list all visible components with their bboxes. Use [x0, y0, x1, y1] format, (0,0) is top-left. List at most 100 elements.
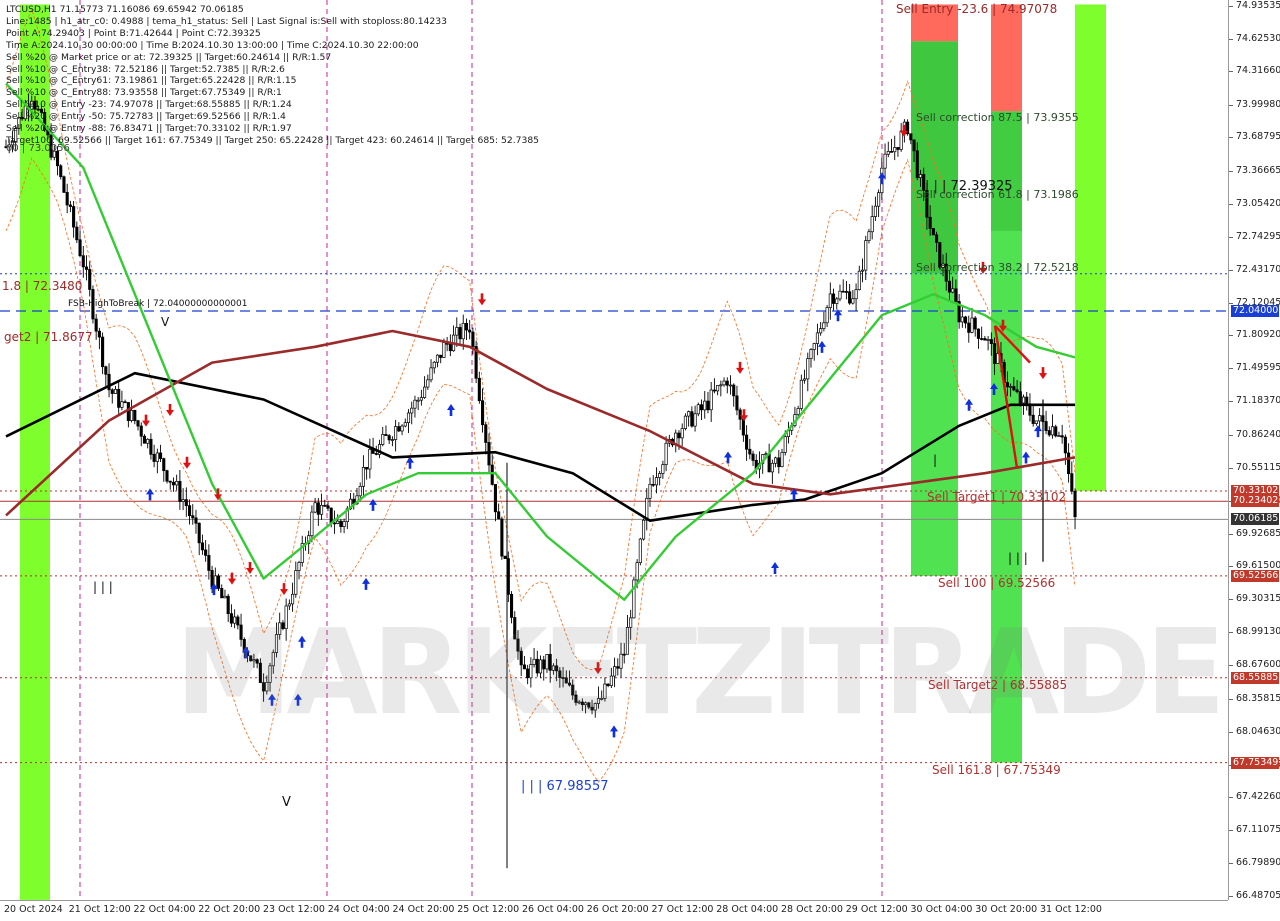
- time-tick-label: 28 Oct 20:00: [781, 904, 843, 915]
- candle-body-117: [381, 434, 385, 445]
- price-tick-label: 67.42260: [1236, 791, 1280, 803]
- candle-body-240: [777, 457, 781, 468]
- candle-body-216: [699, 404, 704, 411]
- info-line-4: Sell %10 @ C_Entry38: 72.52186 || Target…: [6, 63, 285, 75]
- price-tick-label: 68.04630: [1236, 725, 1280, 737]
- sell-arrow-7: [478, 293, 486, 306]
- price-axis[interactable]: 74.93535 74.62530 74.31660 73.99980 73.68795…: [1228, 0, 1280, 901]
- price-tick-mark: [1229, 731, 1233, 733]
- candle-body-40: [133, 410, 137, 422]
- candle-body-238: [770, 462, 774, 473]
- sell-correction-red-box: [991, 4, 1022, 112]
- candle-body-147: [477, 377, 481, 402]
- candle-body-299: [967, 322, 971, 333]
- candle-body-213: [690, 411, 694, 427]
- price-tick-label: 67.11075: [1236, 824, 1280, 836]
- price-tick-mark: [1229, 467, 1233, 469]
- right-lime-band: [1075, 4, 1106, 492]
- candle-body-217: [703, 400, 707, 411]
- price-tick-mark: [1229, 236, 1233, 238]
- candle-body-20: [68, 204, 72, 207]
- buy-arrow-0: [146, 488, 154, 501]
- candle-body-58: [191, 515, 195, 519]
- price-tick-label: 66.79890: [1236, 857, 1280, 869]
- plot-area[interactable]: MARKETZITRADE LTCUSD,H1 71.15773 71.1608…: [0, 0, 1228, 900]
- buy-arrow-6: [362, 577, 370, 590]
- price-tick-label: 73.68795: [1236, 131, 1280, 143]
- candle-body-260: [841, 290, 845, 293]
- candle-body-297: [960, 316, 964, 323]
- candle-body-231: [748, 448, 752, 455]
- info-line-7: Sell %10 @ Entry -23: 74.97078 || Target…: [6, 99, 292, 111]
- candle-body-307: [992, 343, 997, 364]
- candle-body-251: [812, 343, 816, 350]
- candle-body-205: [664, 442, 668, 466]
- time-tick-label: 23 Oct 12:00: [263, 904, 325, 915]
- candle-body-324: [1047, 430, 1051, 436]
- candle-body-256: [828, 293, 832, 308]
- price-badge: 67.75349: [1231, 756, 1279, 769]
- candle-body-28: [94, 318, 98, 332]
- candle-body-263: [851, 298, 855, 304]
- candle-body-317: [1025, 396, 1029, 405]
- candle-body-111: [361, 467, 365, 487]
- price-badge: 68.55885: [1231, 671, 1279, 684]
- candle-body-149: [484, 424, 488, 443]
- candle-body-112: [365, 467, 369, 470]
- candle-body-242: [783, 436, 787, 453]
- candle-body-323: [1044, 421, 1048, 431]
- candle-body-60: [197, 522, 201, 544]
- candle-body-91: [297, 562, 301, 571]
- candle-body-304: [983, 338, 987, 341]
- candle-body-124: [403, 422, 407, 427]
- buy-arrow-8: [406, 456, 414, 469]
- candle-body-249: [806, 358, 810, 380]
- candle-body-39: [130, 410, 134, 421]
- candle-body-26: [88, 269, 92, 290]
- time-tick-label: 30 Oct 04:00: [910, 904, 973, 915]
- candle-body-49: [162, 458, 166, 471]
- candle-body-306: [989, 339, 993, 344]
- low-point-label: | | | 67.98557: [521, 779, 609, 794]
- price-badge: 69.52566: [1231, 569, 1279, 582]
- candle-body-99: [323, 504, 327, 507]
- candle-body-313: [1012, 386, 1016, 391]
- buy-arrow-19: [1022, 451, 1030, 464]
- candle-body-21: [72, 206, 76, 228]
- candle-body-141: [458, 327, 462, 340]
- candle-body-320: [1034, 420, 1038, 424]
- candle-body-328: [1060, 435, 1064, 438]
- price-tick-label: 72.43170: [1236, 263, 1280, 275]
- price-tick-label: 74.62530: [1236, 32, 1280, 44]
- sell-correction-875-label: Sell correction 87.5 | 73.9355: [916, 111, 1079, 124]
- candle-body-148: [481, 400, 485, 426]
- time-tick-label: 22 Oct 20:00: [198, 904, 261, 915]
- candle-body-130: [423, 386, 427, 398]
- price-tick-mark: [1229, 368, 1233, 370]
- time-tick-label: 22 Oct 04:00: [133, 904, 196, 915]
- candle-body-23: [78, 239, 82, 257]
- info-line-10: Target100: 69.52566 || Target 161: 67.75…: [6, 134, 540, 146]
- price-tick-mark: [1229, 665, 1233, 667]
- candle-body-103: [336, 520, 340, 524]
- price-tick-label: 69.92685: [1236, 527, 1280, 539]
- candle-body-261: [844, 291, 848, 293]
- sell-arrow-14: [1039, 367, 1047, 380]
- candle-body-202: [654, 477, 658, 486]
- candle-body-262: [848, 291, 852, 304]
- candle-body-57: [187, 505, 192, 517]
- candle-body-68: [223, 595, 227, 599]
- price-tick-mark: [1229, 6, 1233, 7]
- price-tick-label: 66.48705: [1236, 890, 1280, 901]
- candle-body-212: [687, 411, 691, 417]
- time-tick-label: 20 Oct 2024: [4, 904, 63, 915]
- candle-body-132: [429, 367, 433, 381]
- time-axis[interactable]: 20 Oct 2024 21 Oct 12:00 22 Oct 04:00 22 Oc…: [0, 900, 1228, 921]
- candle-body-95: [310, 511, 314, 537]
- candle-body-24: [81, 255, 85, 268]
- left-level-label-2: get2 | 71.8677: [4, 330, 93, 344]
- candle-body-37: [123, 401, 127, 404]
- price-tick-label: 72.74295: [1236, 230, 1280, 242]
- price-tick-mark: [1229, 566, 1233, 568]
- time-tick-label: 31 Oct 12:00: [1040, 904, 1102, 915]
